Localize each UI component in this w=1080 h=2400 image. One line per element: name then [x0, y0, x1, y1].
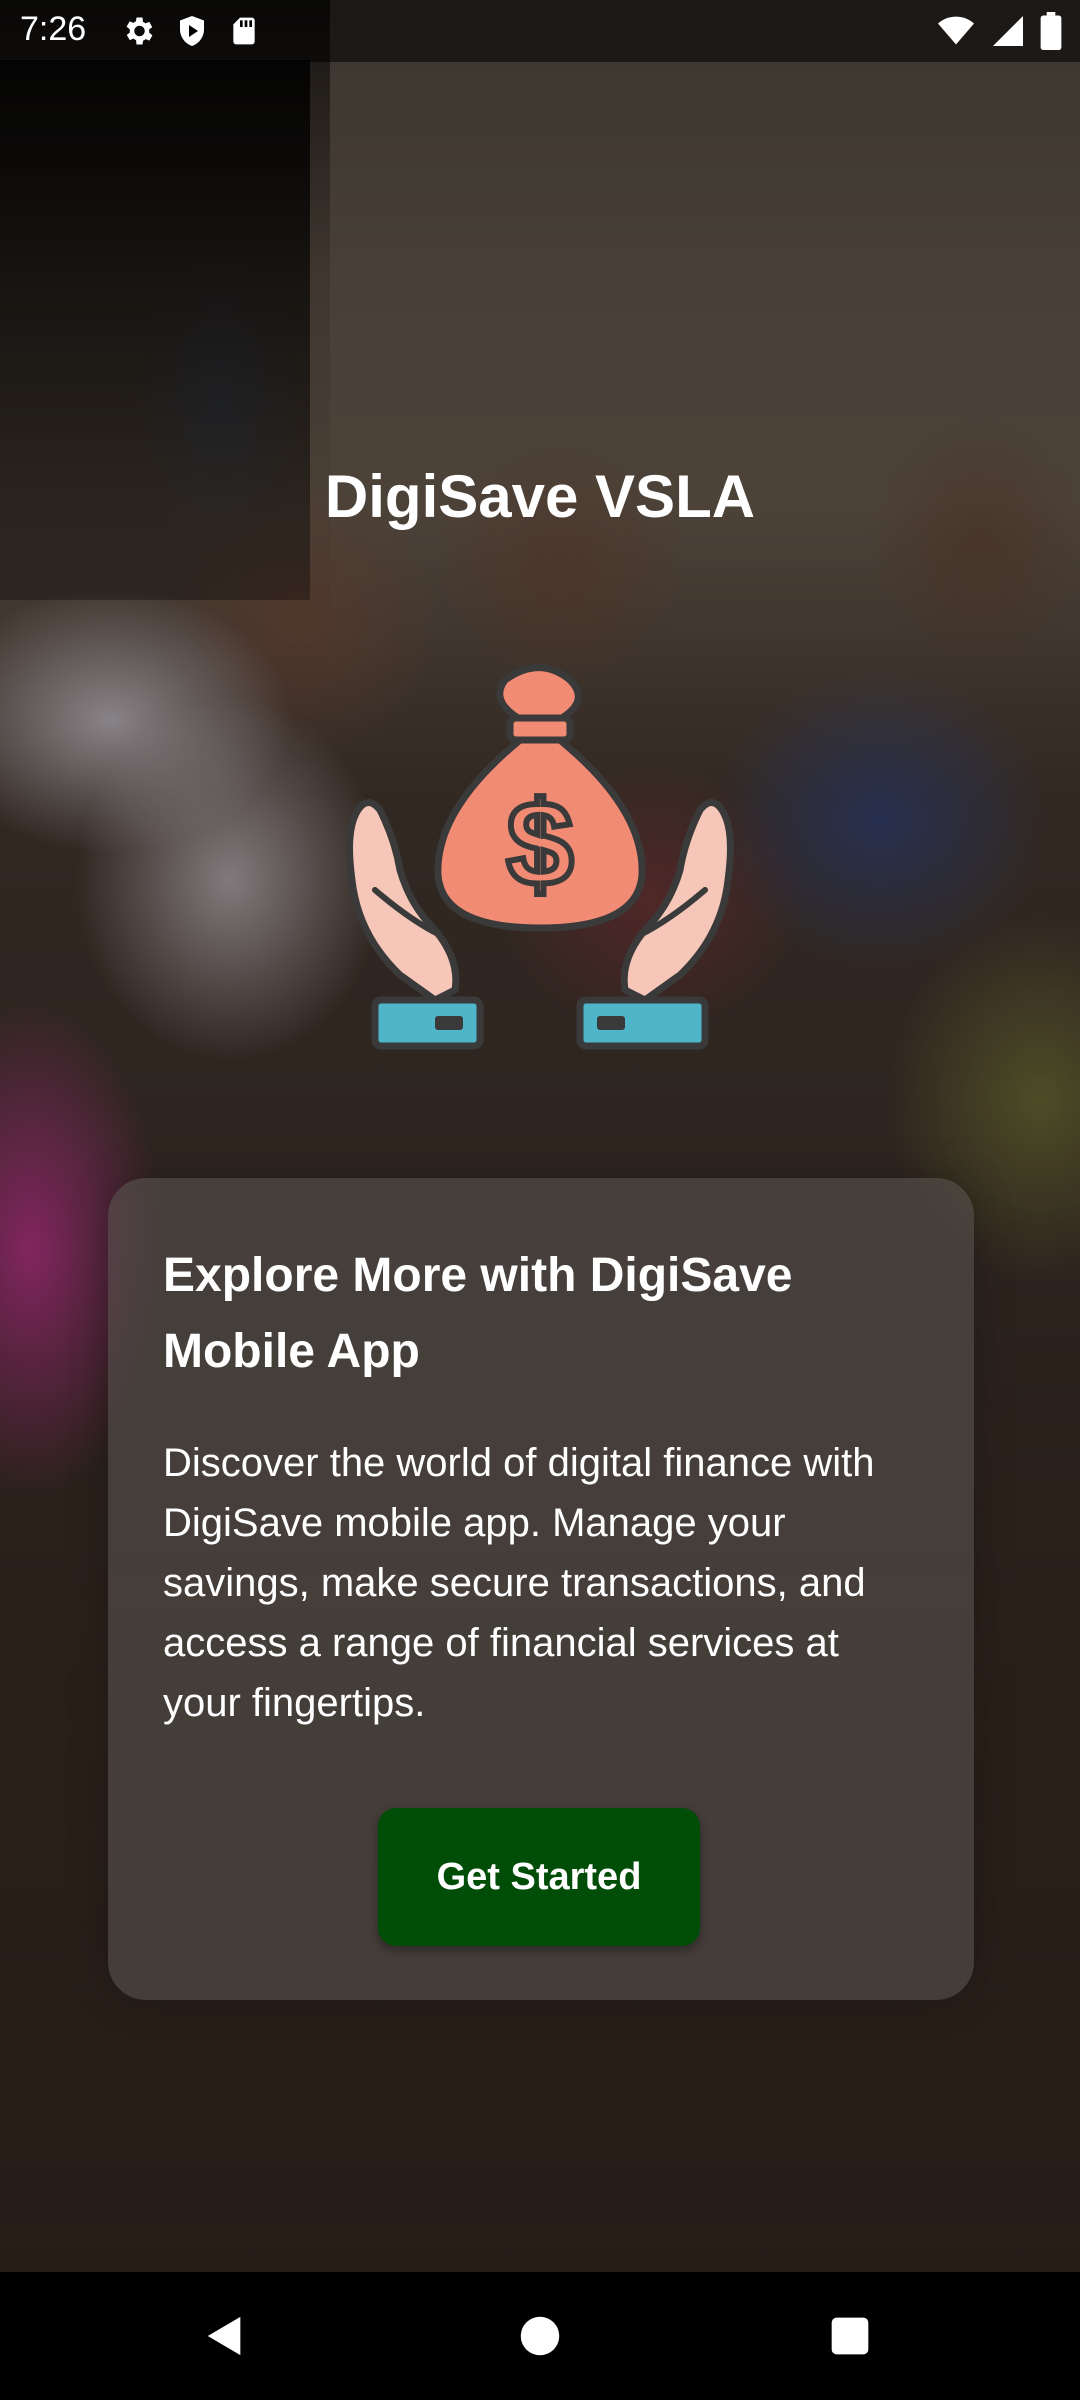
back-icon — [207, 2316, 241, 2356]
signal-icon — [993, 16, 1023, 46]
app-title: DigiSave VSLA — [324, 463, 756, 530]
recents-button[interactable] — [810, 2296, 890, 2376]
settings-icon — [126, 17, 153, 45]
card-description: Discover the world of digital finance wi… — [163, 1441, 875, 1725]
money-bag-hands-icon: $ — [346, 664, 734, 1050]
navigation-bar — [0, 2272, 1080, 2400]
wifi-icon — [938, 16, 974, 45]
status-bar: 7:26 — [0, 0, 1080, 62]
status-icons-left — [120, 13, 260, 49]
back-button[interactable] — [185, 2296, 265, 2376]
sd-card-icon — [233, 17, 255, 45]
get-started-button[interactable]: Get Started — [378, 1808, 700, 1946]
card-title: Explore More with DigiSave Mobile App — [163, 1249, 793, 1378]
recents-icon — [831, 2317, 869, 2355]
screen: 7:26 DigiSave VSLA $ Explore More with D… — [0, 0, 1080, 2400]
shield-play-icon — [180, 16, 204, 46]
svg-text:$: $ — [507, 777, 574, 911]
home-button[interactable] — [500, 2296, 580, 2376]
status-icons-right — [936, 12, 1062, 50]
info-card: Explore More with DigiSave Mobile App Di… — [108, 1178, 974, 2000]
battery-icon — [1040, 12, 1062, 50]
status-time: 7:26 — [20, 10, 87, 48]
home-icon — [520, 2316, 560, 2356]
